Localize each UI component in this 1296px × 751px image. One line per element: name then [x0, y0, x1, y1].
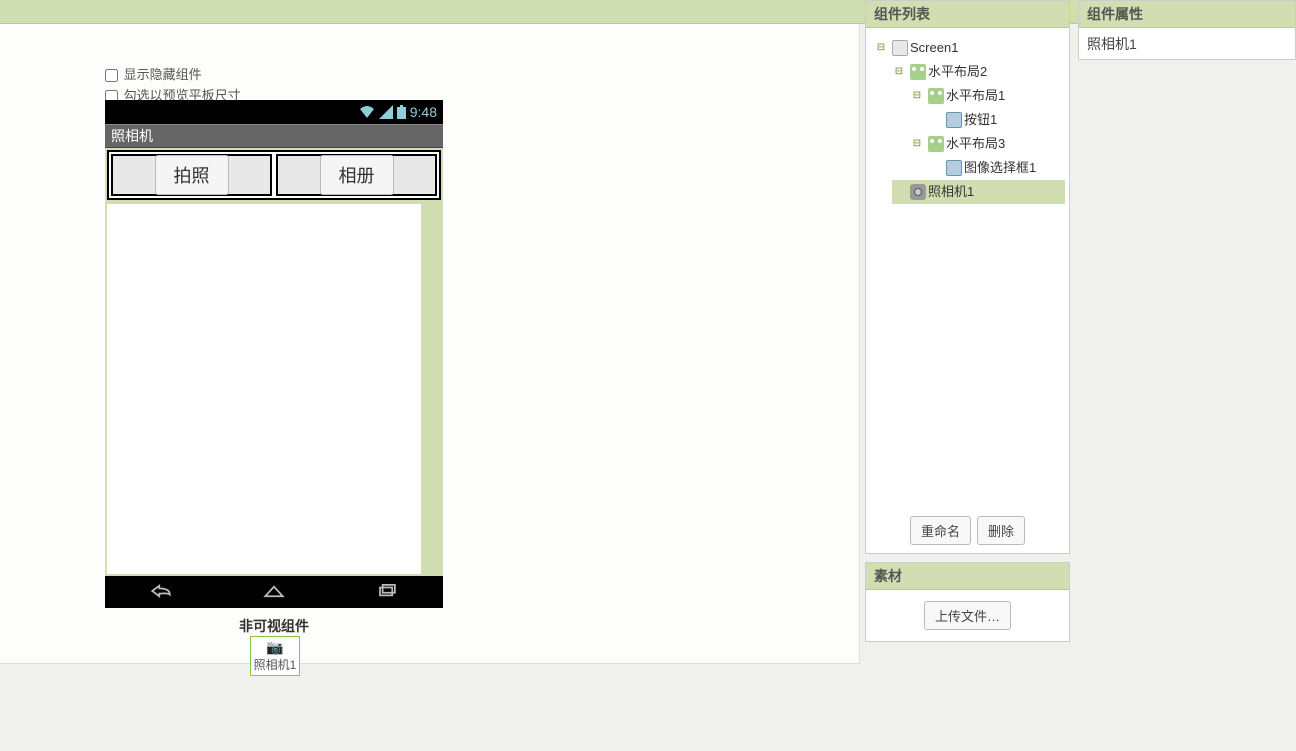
phone-body[interactable]: 拍照 相册 [105, 148, 443, 576]
imagepicker-icon [946, 160, 962, 176]
phone-nav-bar [105, 576, 443, 606]
tree-item-h1[interactable]: ⊟ 水平布局1 [910, 84, 1065, 108]
signal-icon [379, 105, 393, 119]
media-panel-header: 素材 [866, 563, 1069, 590]
home-icon [260, 581, 288, 601]
properties-panel-header: 组件属性 [1079, 1, 1295, 28]
layout-icon [928, 88, 944, 104]
layout-icon [910, 64, 926, 80]
delete-button[interactable]: 删除 [977, 516, 1025, 545]
camera-icon [910, 184, 926, 200]
tree-actions: 重命名 删除 [866, 508, 1069, 553]
tree-item-btn1[interactable]: ⊟ 按钮1 [928, 108, 1065, 132]
screen-icon [892, 40, 908, 56]
recent-icon [373, 581, 401, 601]
camera-icon: 📷 [251, 639, 299, 656]
tree-label-camera1: 照相机1 [928, 181, 974, 203]
layout-icon [928, 136, 944, 152]
preview-button-album[interactable]: 相册 [320, 155, 394, 195]
tree-item-imgpick1[interactable]: ⊟ 图像选择框1 [928, 156, 1065, 180]
rename-button[interactable]: 重命名 [910, 516, 971, 545]
upload-button[interactable]: 上传文件… [924, 601, 1011, 630]
components-panel: 组件列表 ⊟ Screen1 ⊟ 水平布局2 [865, 0, 1070, 554]
nonvisible-camera-item[interactable]: 📷 照相机1 [250, 636, 300, 676]
preview-layout-h1[interactable]: 拍照 [111, 154, 272, 196]
phone-time: 9:48 [410, 104, 437, 120]
preview-layout-h2[interactable]: 拍照 相册 [107, 150, 441, 200]
show-hidden-checkbox-label[interactable]: 显示隐藏组件 [105, 64, 241, 83]
tree-label-screen1: Screen1 [910, 37, 958, 59]
tree-label-imgpick1: 图像选择框1 [964, 157, 1036, 179]
tree-label-h1: 水平布局1 [946, 85, 1005, 107]
show-hidden-checkbox[interactable] [105, 69, 118, 82]
preview-empty-area[interactable] [107, 204, 421, 574]
properties-selected-name: 照相机1 [1079, 28, 1295, 60]
tree-item-h3[interactable]: ⊟ 水平布局3 [910, 132, 1065, 156]
tree-label-h3: 水平布局3 [946, 133, 1005, 155]
tree-item-camera1[interactable]: ⊟ 照相机1 [892, 180, 1065, 204]
expand-icon[interactable]: ⊟ [894, 67, 904, 77]
media-panel: 素材 上传文件… [865, 562, 1070, 642]
workspace-panel: 显示隐藏组件 勾选以预览平板尺寸 9:48 照相机 拍照 相册 [0, 24, 860, 664]
tree-item-h2[interactable]: ⊟ 水平布局2 [892, 60, 1065, 84]
back-icon [147, 581, 175, 601]
tree-label-btn1: 按钮1 [964, 109, 997, 131]
expand-icon[interactable]: ⊟ [912, 91, 922, 101]
preview-layout-h3[interactable]: 相册 [276, 154, 437, 196]
wifi-icon [359, 105, 375, 119]
expand-icon[interactable]: ⊟ [912, 139, 922, 149]
components-tree: ⊟ Screen1 ⊟ 水平布局2 [866, 28, 1069, 508]
battery-icon [397, 105, 406, 119]
phone-mock: 9:48 照相机 拍照 相册 [105, 100, 443, 608]
preview-button-photo[interactable]: 拍照 [155, 155, 229, 195]
expand-icon[interactable]: ⊟ [876, 43, 886, 53]
properties-panel: 组件属性 照相机1 [1078, 0, 1296, 60]
button-icon [946, 112, 962, 128]
tree-label-h2: 水平布局2 [928, 61, 987, 83]
nonvisible-section-label: 非可视组件 [105, 616, 443, 636]
phone-app-title: 照相机 [105, 124, 443, 148]
nonvisible-camera-label: 照相机1 [254, 658, 297, 672]
upload-area: 上传文件… [866, 590, 1069, 641]
components-panel-header: 组件列表 [866, 1, 1069, 28]
phone-status-bar: 9:48 [105, 100, 443, 124]
tree-item-screen1[interactable]: ⊟ Screen1 [874, 36, 1065, 60]
show-hidden-text: 显示隐藏组件 [124, 67, 202, 82]
